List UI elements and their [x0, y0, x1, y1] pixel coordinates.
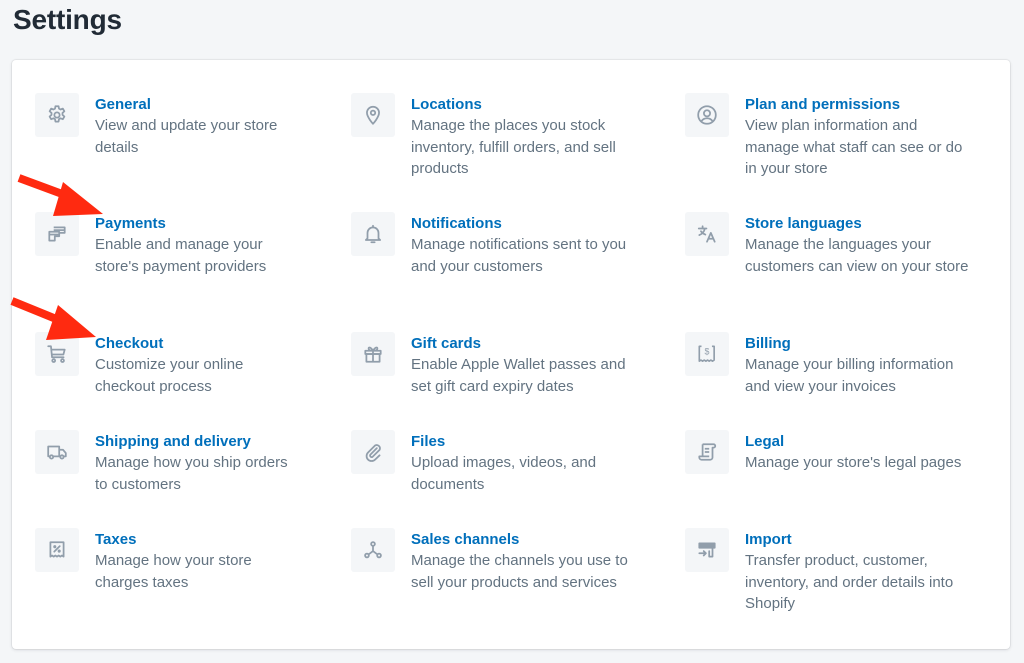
- import-store-icon: [685, 528, 729, 572]
- settings-item-description: Enable and manage your store's payment p…: [95, 236, 267, 275]
- settings-item-sales-channels[interactable]: Sales channels Manage the channels you u…: [351, 528, 646, 593]
- settings-item-description: Manage how you ship orders to customers: [95, 454, 288, 493]
- gift-icon: [351, 332, 395, 376]
- settings-item-description: Manage the places you stock inventory, f…: [411, 117, 616, 177]
- settings-item-title[interactable]: Import: [745, 529, 970, 550]
- settings-item-title[interactable]: Files: [411, 431, 646, 452]
- settings-item-title[interactable]: Billing: [745, 333, 970, 354]
- settings-item-files[interactable]: Files Upload images, videos, and documen…: [351, 430, 646, 495]
- settings-item-plan-permissions[interactable]: Plan and permissions View plan informati…: [685, 93, 970, 180]
- tax-receipt-icon: [35, 528, 79, 572]
- settings-item-title[interactable]: Payments: [95, 213, 300, 234]
- legal-document-icon: [685, 430, 729, 474]
- settings-item-description: Manage how your store charges taxes: [95, 552, 252, 591]
- billing-icon: $: [685, 332, 729, 376]
- settings-item-title[interactable]: Sales channels: [411, 529, 646, 550]
- settings-item-title[interactable]: Plan and permissions: [745, 94, 970, 115]
- location-pin-icon: [351, 93, 395, 137]
- settings-item-description: Manage notifications sent to you and you…: [411, 236, 627, 275]
- settings-item-shipping[interactable]: Shipping and delivery Manage how you shi…: [35, 430, 300, 495]
- paperclip-icon: [351, 430, 395, 474]
- settings-item-gift-cards[interactable]: Gift cards Enable Apple Wallet passes an…: [351, 332, 646, 397]
- gear-icon: [35, 93, 79, 137]
- settings-item-description: Transfer product, customer, inventory, a…: [745, 552, 954, 612]
- settings-item-title[interactable]: Locations: [411, 94, 646, 115]
- user-circle-icon: [685, 93, 729, 137]
- settings-item-description: Manage your store's legal pages: [745, 454, 962, 471]
- settings-item-title[interactable]: Notifications: [411, 213, 646, 234]
- bell-icon: [351, 212, 395, 256]
- settings-item-store-languages[interactable]: Store languages Manage the languages you…: [685, 212, 970, 277]
- settings-item-title[interactable]: Legal: [745, 431, 970, 452]
- settings-item-description: Upload images, videos, and documents: [411, 454, 597, 493]
- settings-item-title[interactable]: Taxes: [95, 529, 300, 550]
- settings-item-description: Manage the channels you use to sell your…: [411, 552, 628, 591]
- settings-item-description: Customize your online checkout process: [95, 356, 244, 395]
- cart-icon: [35, 332, 79, 376]
- settings-item-description: View and update your store details: [95, 117, 278, 156]
- settings-item-description: Enable Apple Wallet passes and set gift …: [411, 356, 626, 395]
- settings-item-billing[interactable]: $ Billing Manage your billing informatio…: [685, 332, 970, 397]
- settings-item-legal[interactable]: Legal Manage your store's legal pages: [685, 430, 970, 474]
- svg-text:$: $: [705, 347, 710, 357]
- settings-item-title[interactable]: General: [95, 94, 300, 115]
- settings-item-title[interactable]: Gift cards: [411, 333, 646, 354]
- payments-icon: [35, 212, 79, 256]
- translate-icon: [685, 212, 729, 256]
- truck-icon: [35, 430, 79, 474]
- settings-item-taxes[interactable]: Taxes Manage how your store charges taxe…: [35, 528, 300, 593]
- settings-item-description: Manage the languages your customers can …: [745, 236, 969, 275]
- channels-icon: [351, 528, 395, 572]
- settings-item-general[interactable]: General View and update your store detai…: [35, 93, 300, 158]
- settings-item-description: View plan information and manage what st…: [745, 117, 963, 177]
- settings-item-description: Manage your billing information and view…: [745, 356, 954, 395]
- settings-item-title[interactable]: Shipping and delivery: [95, 431, 300, 452]
- settings-item-title[interactable]: Checkout: [95, 333, 300, 354]
- settings-item-checkout[interactable]: Checkout Customize your online checkout …: [35, 332, 300, 397]
- settings-item-import[interactable]: Import Transfer product, customer, inven…: [685, 528, 970, 615]
- settings-item-title[interactable]: Store languages: [745, 213, 970, 234]
- page-title: Settings: [13, 4, 122, 35]
- settings-item-notifications[interactable]: Notifications Manage notifications sent …: [351, 212, 646, 277]
- settings-item-locations[interactable]: Locations Manage the places you stock in…: [351, 93, 646, 180]
- settings-item-payments[interactable]: Payments Enable and manage your store's …: [35, 212, 300, 277]
